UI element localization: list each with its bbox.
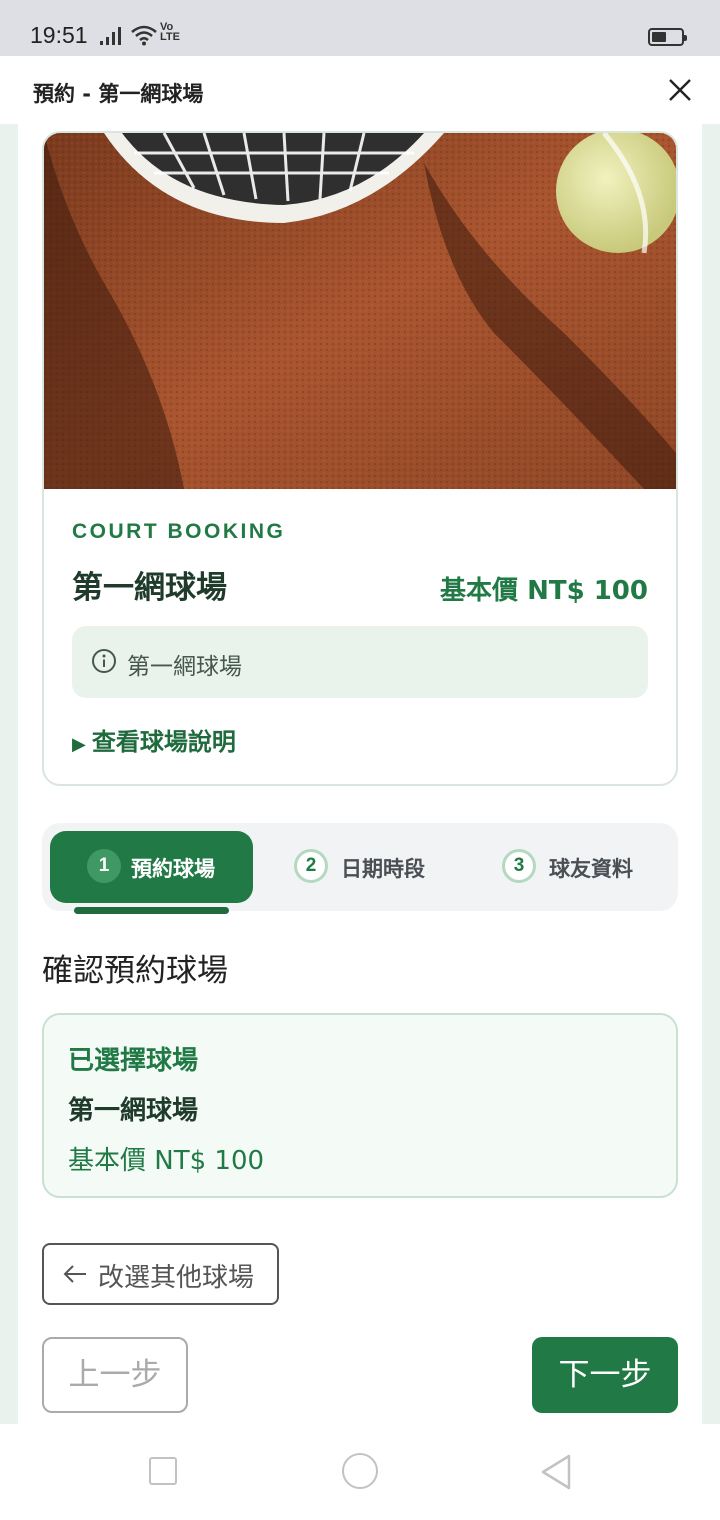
step-1-label: 預約球場	[131, 857, 215, 881]
cell-signal-icon	[100, 27, 121, 45]
base-price: 基本價 NT$ 100	[440, 576, 648, 606]
step-2-tab[interactable]: 2 日期時段	[290, 840, 450, 896]
court-details-toggle[interactable]: ▶ 查看球場說明	[72, 722, 236, 757]
volte-indicator: Vo LTE	[160, 22, 180, 43]
details-toggle-label: 查看球場說明	[91, 728, 236, 756]
home-icon[interactable]	[342, 1453, 378, 1489]
change-court-button[interactable]: 改選其他球場	[42, 1243, 279, 1305]
previous-step-button[interactable]: 上一步	[42, 1337, 188, 1413]
info-icon	[92, 649, 116, 673]
previous-step-label: 上一步	[68, 1357, 162, 1393]
active-step-indicator	[74, 907, 229, 914]
battery-icon	[648, 28, 687, 46]
step-3-number: 3	[502, 849, 536, 883]
volte-label-bottom: LTE	[160, 31, 180, 43]
step-2-label: 日期時段	[341, 857, 425, 881]
step-3-label: 球友資料	[549, 857, 633, 881]
battery-tip	[684, 35, 687, 41]
arrow-left-icon	[63, 1265, 86, 1283]
change-court-label: 改選其他球場	[98, 1263, 255, 1293]
step-1-number: 1	[87, 849, 121, 883]
close-icon[interactable]	[660, 70, 700, 110]
section-title: 確認預約球場	[42, 953, 228, 989]
page-title: 預約 - 第一網球場	[33, 82, 204, 106]
info-text: 第一網球場	[127, 654, 242, 680]
selected-court-heading: 已選擇球場	[68, 1046, 199, 1076]
selected-court-price: 基本價 NT$ 100	[68, 1146, 265, 1176]
next-step-label: 下一步	[558, 1357, 652, 1393]
recent-apps-icon[interactable]	[149, 1457, 177, 1485]
back-icon[interactable]	[538, 1452, 574, 1492]
next-step-button[interactable]: 下一步	[532, 1337, 678, 1413]
court-photo	[44, 133, 676, 489]
step-3-tab[interactable]: 3 球友資料	[498, 840, 658, 896]
disclosure-triangle-icon: ▶	[72, 734, 86, 755]
court-name: 第一網球場	[72, 570, 227, 606]
status-bar: 19:51 Vo LTE	[0, 0, 720, 56]
step-2-number: 2	[294, 849, 328, 883]
card-eyebrow: COURT BOOKING	[72, 520, 286, 543]
status-time: 19:51	[30, 22, 88, 48]
battery-fill	[652, 32, 666, 42]
app-header: 預約 - 第一網球場	[0, 56, 720, 124]
wifi-icon	[131, 25, 157, 46]
selected-court-name: 第一網球場	[68, 1096, 199, 1126]
